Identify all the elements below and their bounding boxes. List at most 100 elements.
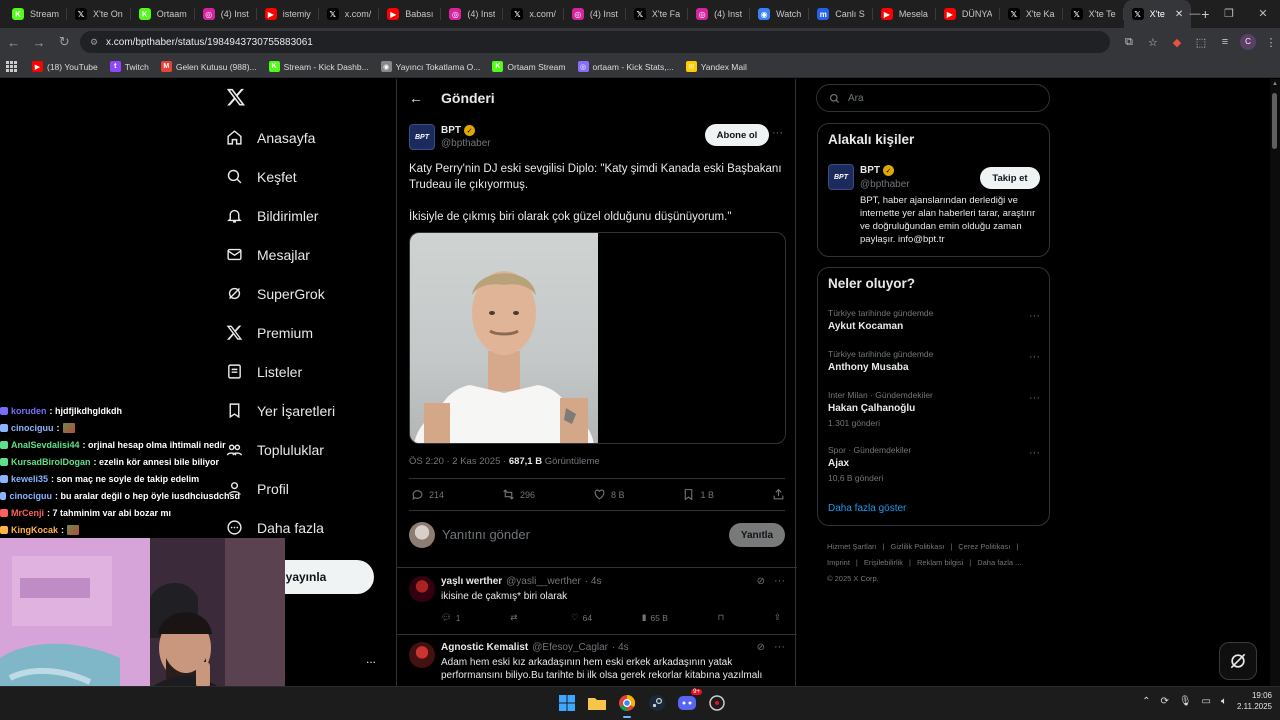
apps-grid-icon[interactable] — [6, 60, 18, 73]
reply-input[interactable]: Yanıtını gönder — [442, 527, 530, 542]
browser-tab[interactable]: ▶ DÜNYA — [936, 0, 1000, 28]
reply-comment-action[interactable]: 💬︎ 1 — [441, 612, 461, 623]
trend-item[interactable]: Türkiye tarihinde gündemde Aykut Kocaman… — [828, 308, 1040, 332]
related-avatar[interactable]: BPT — [828, 164, 854, 190]
share-action[interactable] — [772, 488, 785, 501]
reload-icon[interactable]: ↻ — [53, 30, 76, 54]
bookmark-star-icon[interactable]: ☆ — [1144, 36, 1162, 49]
back-arrow-icon[interactable]: ← — [409, 90, 423, 106]
account-more-icon[interactable]: ... — [366, 652, 376, 666]
browser-tab[interactable]: ◎ (4) Inst — [195, 0, 257, 28]
reply-author-handle[interactable]: @yasli__werther — [506, 576, 581, 587]
browser-tab[interactable]: m Canlı S — [809, 0, 873, 28]
trend-item[interactable]: Inter Milan · Gündemdekiler Hakan Çalhan… — [828, 390, 1040, 428]
tweet-more-icon[interactable]: ··· — [772, 127, 783, 139]
chrome-icon[interactable] — [616, 692, 638, 718]
scroll-thumb[interactable] — [1272, 93, 1277, 149]
trend-more-icon[interactable]: ··· — [1029, 310, 1040, 322]
reply-views-action[interactable]: ▮ 65 B — [642, 612, 668, 623]
reply-more-icon[interactable]: ··· — [774, 641, 785, 653]
footer-link[interactable]: Hizmet Şartları — [827, 542, 877, 551]
nav-lists[interactable]: Listeler — [226, 363, 302, 380]
author-avatar[interactable]: BPT — [409, 124, 435, 150]
search-input[interactable]: Ara — [816, 84, 1050, 112]
browser-tab[interactable]: 𝕏x.com/ — [503, 0, 564, 28]
bookmark-item[interactable]: M Gelen Kutusu (988)... — [160, 61, 257, 72]
nav-notifications[interactable]: Bildirimler — [226, 207, 318, 224]
volume-icon[interactable]: 🔈︎ — [1221, 696, 1227, 707]
tweet-media[interactable] — [409, 232, 786, 444]
trend-item[interactable]: Spor · Gündemdekiler Ajax 10,6 B gönderi… — [828, 445, 1040, 483]
bookmark-item[interactable]: K Ortaam Stream — [492, 61, 566, 72]
reply-author-handle[interactable]: @Efesoy_Caglar — [532, 642, 608, 653]
browser-tab[interactable]: K Ortaam — [131, 0, 195, 28]
chat-username[interactable]: cinociguu — [11, 423, 54, 433]
reply-more-icon[interactable]: ··· — [774, 575, 785, 587]
url-input[interactable]: ⚙ x.com/bpthaber/status/1984943730755883… — [79, 31, 1110, 53]
browser-tab[interactable]: ◎ (4) Inst — [688, 0, 751, 28]
author-name[interactable]: BPT — [441, 125, 461, 136]
footer-link[interactable]: © 2025 X Corp. — [827, 574, 879, 583]
grok-explain-icon[interactable]: ⊘ — [757, 642, 765, 653]
bookmark-item[interactable]: ◉ Yayıncı Tokatlama O... — [380, 61, 480, 72]
tweet-timestamp[interactable]: ÖS 2:20 · 2 Kas 2025 · — [409, 456, 506, 467]
browser-tab[interactable]: 𝕏 X'te Fa — [626, 0, 689, 28]
chat-username[interactable]: cinociguu — [9, 491, 52, 501]
related-handle[interactable]: @bpthaber — [860, 179, 910, 190]
start-icon[interactable] — [556, 692, 578, 714]
menu-icon[interactable]: ⋮ — [1262, 36, 1280, 49]
media-icon[interactable]: ≡ — [1216, 36, 1234, 48]
media-photo-portrait[interactable] — [410, 233, 598, 443]
nav-home[interactable]: Anasayfa — [226, 129, 315, 146]
browser-tab[interactable]: ◉ Watch — [750, 0, 810, 28]
browser-tab[interactable]: 𝕏 X'te Te — [1063, 0, 1124, 28]
reply-item[interactable]: Agnostic Kemalist @Efesoy_Caglar · 4s ⊘ … — [397, 641, 797, 686]
file-explorer-icon[interactable] — [586, 692, 608, 714]
trend-more-icon[interactable]: ··· — [1029, 447, 1040, 459]
related-name[interactable]: BPT — [860, 165, 880, 176]
chat-username[interactable]: keweli35 — [11, 474, 48, 484]
sync-icon[interactable]: ⟳ — [1160, 696, 1168, 707]
profile-avatar[interactable]: C — [1239, 34, 1256, 50]
grok-fab-button[interactable] — [1219, 642, 1257, 680]
browser-tab[interactable]: ◎ (4) Inst — [441, 0, 504, 28]
retweet-action[interactable]: 296 — [502, 488, 535, 501]
trend-more-icon[interactable]: ··· — [1029, 351, 1040, 363]
chat-username[interactable]: koruden — [11, 406, 47, 416]
clock[interactable]: 19:06 2.11.2025 — [1237, 690, 1272, 712]
footer-link[interactable]: Daha fazla ... — [977, 558, 1021, 567]
reply-avatar[interactable] — [409, 642, 435, 668]
steam-icon[interactable] — [646, 692, 668, 714]
bookmark-item[interactable]: t Twitch — [109, 61, 149, 72]
subscribe-button[interactable]: Abone ol — [705, 124, 769, 146]
bookmark-item[interactable]: ◎ ortaam - Kick Stats,... — [577, 61, 674, 72]
chat-username[interactable]: KursadBirolDogan — [11, 457, 91, 467]
reply-share-icon[interactable]: ⇪ — [774, 612, 781, 623]
grok-explain-icon[interactable]: ⊘ — [757, 576, 765, 587]
reply-button[interactable]: Yanıtla — [729, 523, 785, 547]
monitor-icon[interactable]: ▭ — [1202, 696, 1211, 707]
browser-tab[interactable]: ▶ istemiy — [257, 0, 319, 28]
browser-tab[interactable]: ▶ Babası — [379, 0, 442, 28]
chevron-up-icon[interactable]: ⌃ — [1142, 696, 1150, 707]
like-action[interactable]: 8 B — [593, 488, 625, 501]
trend-more-icon[interactable]: ··· — [1029, 392, 1040, 404]
app-icon[interactable] — [706, 692, 728, 714]
extensions-icon[interactable]: ⬚ — [1192, 36, 1210, 49]
x-logo-icon[interactable] — [226, 87, 246, 107]
discord-icon[interactable]: 9+ — [676, 689, 702, 714]
nav-communities[interactable]: Topluluklar — [226, 441, 324, 458]
page-scrollbar[interactable]: ▲ — [1270, 79, 1280, 686]
author-handle[interactable]: @bpthaber — [441, 138, 491, 149]
reply-author-name[interactable]: yaşlı werther — [441, 576, 502, 587]
maximize-icon[interactable]: ❐ — [1212, 0, 1246, 28]
browser-tab[interactable]: ▶ Mesela — [873, 0, 936, 28]
footer-link[interactable]: Gizlilik Politikası — [891, 542, 945, 551]
trend-item[interactable]: Türkiye tarihinde gündemde Anthony Musab… — [828, 349, 1040, 373]
bookmark-item[interactable]: ✉ Yandex Mail — [685, 61, 747, 72]
reply-item[interactable]: yaşlı werther @yasli__werther · 4s ⊘ ···… — [397, 575, 797, 636]
chat-username[interactable]: AnalSevdalisi44 — [11, 440, 80, 450]
reply-retweet-action[interactable]: ⇄ — [510, 612, 521, 623]
forward-icon[interactable]: → — [27, 30, 50, 54]
close-window-icon[interactable]: ✕ — [1246, 0, 1280, 28]
